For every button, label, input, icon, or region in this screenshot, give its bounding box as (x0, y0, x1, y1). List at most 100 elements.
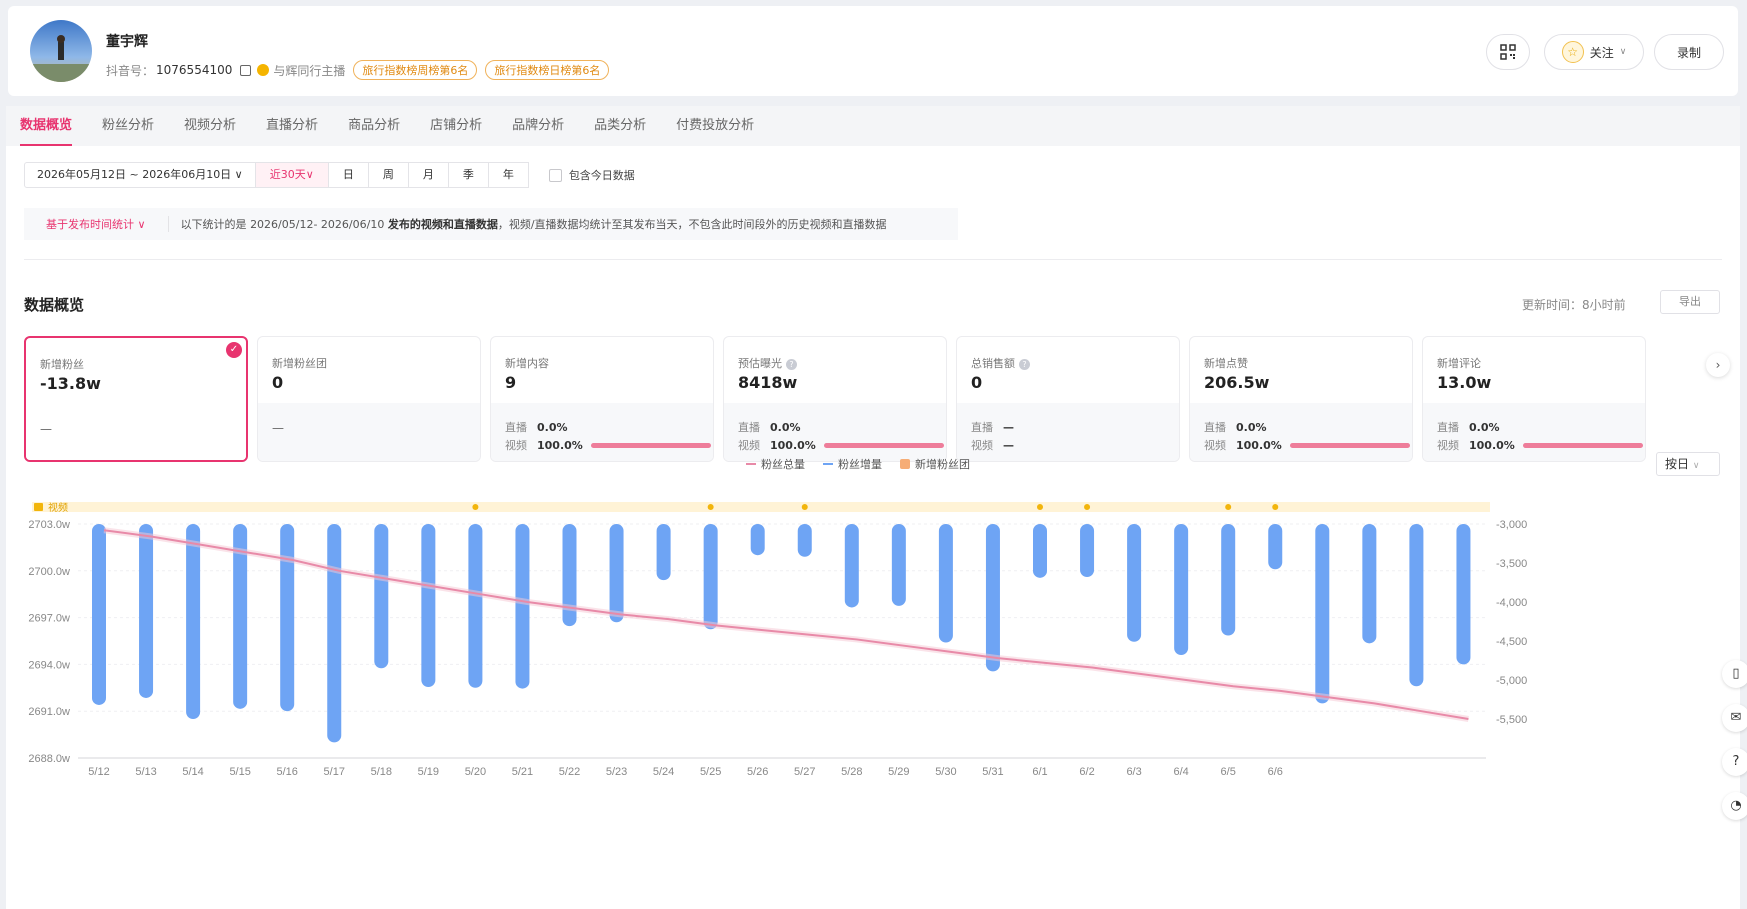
x-tick: 5/25 (700, 766, 721, 778)
card-sales[interactable]: 总销售额? 0 直播 — 视频 — (956, 336, 1180, 462)
bar-5/30 (938, 524, 953, 643)
legend-fanclub[interactable]: 新增粉丝团 (900, 456, 970, 472)
help-icon[interactable]: ? (786, 359, 797, 370)
help-icon[interactable]: ? (1019, 359, 1030, 370)
seg-day[interactable]: 日 (328, 162, 369, 188)
video-row: 视频 100.0% (1204, 437, 1410, 453)
mail-icon[interactable]: ✉ (1722, 704, 1747, 732)
y-right-tick: -4,500 (1496, 636, 1527, 648)
bar-5/20 (468, 524, 483, 688)
legend-total[interactable]: 粉丝总量 (746, 456, 805, 472)
y-right-tick: -3,500 (1496, 558, 1527, 570)
x-tick: 5/22 (559, 766, 580, 778)
live-pct: 0.0% (1236, 420, 1267, 434)
export-button[interactable]: 导出 (1660, 290, 1720, 314)
live-label: 直播 (971, 421, 993, 434)
qrcode-button[interactable] (1486, 34, 1530, 70)
chevron-right-icon[interactable]: › (1706, 353, 1730, 377)
granularity-select[interactable]: 按日 ∨ (1656, 452, 1720, 476)
video-share-bar (1289, 442, 1410, 448)
wechat-icon[interactable]: ◔ (1722, 792, 1747, 820)
video-label: 视频 (1437, 439, 1459, 452)
metric-cards: 新增粉丝 -13.8w — ✓ 新增粉丝团 0 — 新增内容 9 直播 0.0% … (24, 336, 1724, 464)
stat-mode-label: 基于发布时间统计 (46, 218, 134, 231)
seg-30days[interactable]: 近30天∨ (255, 162, 329, 188)
tab-store[interactable]: 店铺分析 (430, 106, 482, 146)
card-new-fanclub[interactable]: 新增粉丝团 0 — (257, 336, 481, 462)
record-button[interactable]: 录制 (1654, 34, 1724, 70)
date-range-picker[interactable]: 2026年05月12日 ~ 2026年06月10日 ∨ (24, 162, 256, 188)
legend-label: 新增粉丝团 (915, 458, 970, 471)
x-tick: 6/4 (1174, 766, 1189, 778)
fans-chart: 视频 2703.0w 2700.0w 2697.0w 2694.0w 2691.0w 268… (28, 501, 1527, 778)
tab-live[interactable]: 直播分析 (266, 106, 318, 146)
legend-delta[interactable]: 粉丝增量 (823, 456, 882, 472)
live-pct: 0.0% (770, 420, 801, 434)
bar-5/24 (656, 524, 671, 581)
tab-goods[interactable]: 商品分析 (348, 106, 400, 146)
seg-quarter[interactable]: 季 (448, 162, 489, 188)
y-left-tick: 2697.0w (28, 613, 70, 625)
x-tick: 5/30 (935, 766, 956, 778)
avatar[interactable] (30, 20, 92, 82)
bar-5/28 (844, 524, 859, 608)
video-label: 视频 (505, 439, 527, 452)
x-tick: 5/24 (653, 766, 674, 778)
x-tick: 5/16 (276, 766, 297, 778)
help-icon[interactable]: ? (1722, 748, 1747, 776)
video-pct: 100.0% (1469, 438, 1515, 452)
live-row: 直播 0.0% (738, 419, 802, 435)
card-comments[interactable]: 新增评论 13.0w 直播 0.0% 视频 100.0% (1422, 336, 1646, 462)
bar-6/4 (1174, 524, 1189, 656)
granularity-label: 按日 (1665, 457, 1690, 471)
card-likes[interactable]: 新增点赞 206.5w 直播 0.0% 视频 100.0% (1189, 336, 1413, 462)
notice-bold: 发布的视频和直播数据 (387, 218, 498, 231)
tab-category[interactable]: 品类分析 (594, 106, 646, 146)
rank-tag-weekly[interactable]: 旅行指数榜周榜第6名 (353, 60, 478, 80)
tab-video[interactable]: 视频分析 (184, 106, 236, 146)
divider (24, 259, 1722, 260)
video-marker (1225, 504, 1232, 510)
video-marker (801, 504, 808, 510)
rank-tag-daily[interactable]: 旅行指数榜日榜第6名 (485, 60, 610, 80)
live-label: 直播 (738, 421, 760, 434)
date-range-text: 2026年05月12日 ~ 2026年06月10日 (37, 168, 232, 181)
y-right-tick: -4,000 (1496, 597, 1527, 609)
stat-mode-dropdown[interactable]: 基于发布时间统计 ∨ (24, 216, 169, 232)
card-label-text: 预估曝光 (738, 357, 782, 370)
x-tick: 5/27 (794, 766, 815, 778)
follow-button[interactable]: ☆ 关注 ∨ (1544, 34, 1644, 70)
line-swatch-icon (823, 463, 833, 465)
copy-icon[interactable] (240, 64, 252, 76)
chevron-down-icon: ∨ (1692, 461, 1700, 471)
include-today-checkbox[interactable]: 包含今日数据 (548, 167, 635, 183)
live-row: 直播 0.0% (505, 419, 569, 435)
douyin-label: 抖音号： (106, 63, 155, 78)
tab-overview[interactable]: 数据概览 (20, 106, 73, 146)
tab-fans[interactable]: 粉丝分析 (102, 106, 154, 146)
bar-6/9 (1409, 524, 1424, 687)
seg-year[interactable]: 年 (488, 162, 529, 188)
profile-subline: 抖音号： 1076554100 与辉同行主播 旅行指数榜周榜第6名 旅行指数榜日… (106, 60, 610, 80)
x-tick: 6/3 (1126, 766, 1141, 778)
card-new-fans[interactable]: 新增粉丝 -13.8w — ✓ (24, 336, 248, 462)
tab-brand[interactable]: 品牌分析 (512, 106, 564, 146)
card-label: 新增粉丝团 (272, 357, 327, 370)
x-tick: 5/13 (135, 766, 156, 778)
video-row: 视频 — (971, 437, 1035, 453)
seg-month[interactable]: 月 (408, 162, 449, 188)
y-right-tick: -5,000 (1496, 675, 1527, 687)
seg-week[interactable]: 周 (368, 162, 409, 188)
phone-icon[interactable]: ▯ (1722, 660, 1747, 688)
card-label: 总销售额? (971, 355, 1030, 371)
card-value: 0 (272, 373, 284, 392)
card-value: 0 (971, 373, 983, 392)
video-share-bar (590, 442, 711, 448)
chart-legend: 粉丝总量 粉丝增量 新增粉丝团 (746, 456, 970, 472)
card-new-content[interactable]: 新增内容 9 直播 0.0% 视频 100.0% (490, 336, 714, 462)
card-exposure[interactable]: 预估曝光? 8418w 直播 0.0% 视频 100.0% (723, 336, 947, 462)
line-swatch-icon (746, 463, 756, 465)
notice-suffix: ，视频/直播数据均统计至其发布当天，不包含此时间段外的历史视频和直播数据 (497, 218, 887, 231)
tab-paid[interactable]: 付费投放分析 (676, 106, 754, 146)
video-lane (32, 502, 1490, 512)
